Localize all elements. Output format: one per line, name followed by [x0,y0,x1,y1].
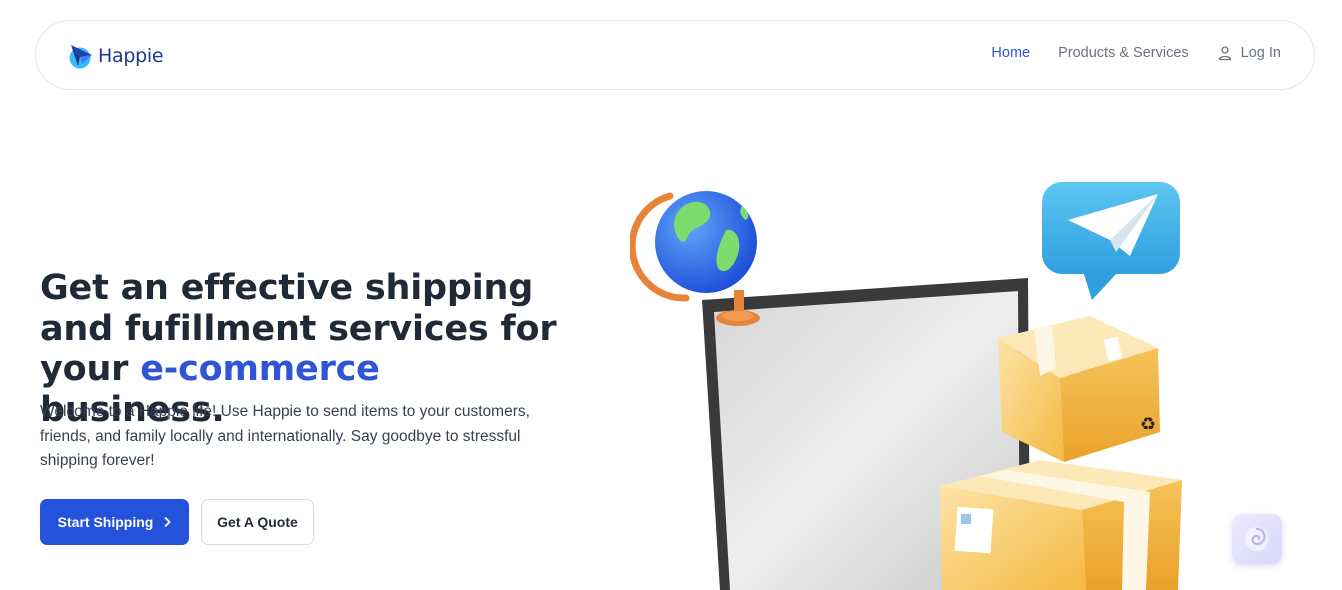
start-shipping-label: Start Shipping [57,514,154,530]
hero-description: Welcome to a Happie life! Use Happie to … [40,403,530,469]
nav-home-label: Home [991,45,1031,61]
hero-title-accent: e-commerce [140,349,380,389]
nav-login-label: Log In [1240,45,1281,61]
nav-products-label: Products & Services [1058,45,1189,61]
paper-plane-logo-icon [69,45,92,69]
svg-text:♻: ♻ [1140,414,1156,435]
chat-widget-button[interactable] [1232,514,1282,564]
start-shipping-button[interactable]: Start Shipping [40,499,189,545]
user-icon [1218,46,1231,61]
hero-illustration: ♻ [630,182,1182,590]
brand-logo[interactable]: Happie [68,42,164,70]
package-box-bottom [940,460,1182,590]
globe [630,191,760,326]
chevron-right-icon [164,516,172,528]
nav-home-link[interactable]: Home [991,45,1030,61]
message-bubble [1042,182,1180,300]
package-box-top: ♻ [998,316,1160,462]
nav-products-link[interactable]: Products & Services [1058,45,1189,61]
get-quote-button[interactable]: Get A Quote [201,499,314,545]
top-navbar: Happie Home Products & Services Log In [35,20,1315,90]
brand-name: Happie [98,45,164,67]
main-nav: Home Products & Services Log In [963,45,1281,61]
chat-spiral-icon [1245,527,1269,551]
nav-login-link[interactable]: Log In [1217,45,1281,61]
